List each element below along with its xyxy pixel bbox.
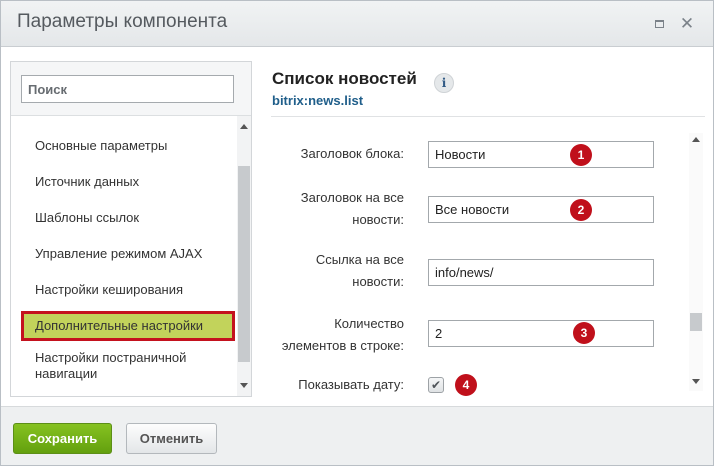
dialog-footer: Сохранить Отменить (1, 406, 713, 465)
title-bar[interactable]: Параметры компонента ✕ (1, 1, 713, 47)
block-title-input[interactable] (428, 141, 654, 168)
items-per-row-input[interactable] (428, 320, 654, 347)
component-code: bitrix:news.list (272, 93, 364, 108)
params-scrollbar[interactable] (689, 133, 703, 391)
callout-badge-1: 1 (570, 144, 592, 166)
component-parameters-dialog: Параметры компонента ✕ Основные параметр… (0, 0, 714, 466)
show-date-checkbox[interactable]: ✔ (428, 377, 444, 393)
sidebar-item-link-templates[interactable]: Шаблоны ссылок (21, 210, 235, 226)
callout-badge-2: 2 (570, 199, 592, 221)
scroll-down-icon[interactable] (692, 379, 700, 384)
sidebar-item-caching[interactable]: Настройки кеширования (21, 282, 235, 298)
all-news-link-input[interactable] (428, 259, 654, 286)
sidebar: Основные параметры Источник данных Шабло… (10, 61, 252, 397)
header-divider (271, 116, 705, 117)
all-news-title-input[interactable] (428, 196, 654, 223)
info-icon[interactable]: i (434, 73, 454, 93)
scroll-up-icon[interactable] (240, 124, 248, 129)
sidebar-scrollbar[interactable] (237, 116, 251, 396)
sidebar-item-data-source[interactable]: Источник данных (21, 174, 235, 190)
component-title: Список новостей (272, 69, 417, 88)
sidebar-item-basic-params[interactable]: Основные параметры (21, 138, 235, 154)
callout-badge-3: 3 (573, 322, 595, 344)
search-input[interactable] (21, 75, 234, 103)
param-label-all-news-title: Заголовок на все новости: (300, 190, 404, 227)
sidebar-item-ajax-mode[interactable]: Управление режимом AJAX (21, 246, 235, 262)
callout-badge-4: 4 (455, 374, 477, 396)
scroll-down-icon[interactable] (240, 383, 248, 388)
sidebar-item-additional-settings[interactable]: Дополнительные настройки (21, 311, 235, 341)
param-label-show-date: Показывать дату: (298, 377, 404, 392)
sidebar-item-pagination[interactable]: Настройки постраничной навигации (21, 350, 235, 382)
param-label-items-per-row: Количество элементов в строке: (281, 316, 404, 353)
cancel-button[interactable]: Отменить (126, 423, 217, 454)
param-label-all-news-link: Ссылка на все новости: (315, 252, 404, 289)
close-icon[interactable]: ✕ (678, 15, 696, 33)
scrollbar-thumb[interactable] (238, 166, 250, 362)
maximize-icon[interactable] (650, 15, 668, 33)
sidebar-nav: Основные параметры Источник данных Шабло… (11, 116, 237, 396)
scroll-up-icon[interactable] (692, 137, 700, 142)
dialog-title: Параметры компонента (17, 11, 228, 32)
save-button[interactable]: Сохранить (13, 423, 112, 454)
scrollbar-thumb[interactable] (690, 313, 702, 331)
param-label-block-title: Заголовок блока: (300, 146, 404, 161)
